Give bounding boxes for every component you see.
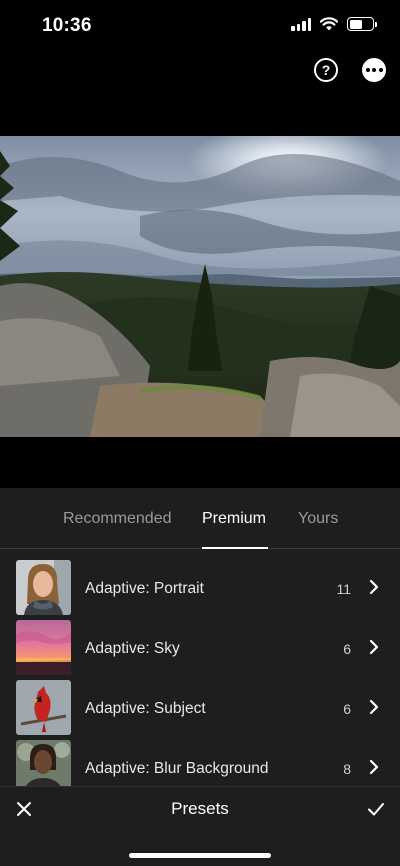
- preset-row-sky[interactable]: Adaptive: Sky 6: [0, 620, 400, 678]
- top-actions: ?: [314, 58, 386, 82]
- status-bar: 10:36: [0, 0, 400, 54]
- cellular-signal-icon: [291, 17, 311, 31]
- chevron-right-icon: [369, 639, 379, 655]
- help-icon: ?: [321, 62, 331, 78]
- battery-level: [349, 19, 362, 29]
- preset-count: 6: [343, 701, 351, 717]
- tab-recommended[interactable]: Recommended: [63, 510, 172, 528]
- chevron-right-icon: [369, 699, 379, 715]
- status-time: 10:36: [42, 15, 92, 36]
- photo-preview[interactable]: [0, 136, 400, 437]
- wifi-icon: [320, 17, 338, 31]
- chevron-right-icon: [369, 579, 379, 595]
- tab-yours[interactable]: Yours: [298, 510, 338, 528]
- preset-count: 6: [343, 641, 351, 657]
- status-icons: [291, 17, 377, 31]
- help-button[interactable]: ?: [314, 58, 338, 82]
- tab-premium[interactable]: Premium: [202, 510, 266, 528]
- sky-thumbnail: [16, 620, 71, 675]
- preset-row-subject[interactable]: Adaptive: Subject 6: [0, 680, 400, 738]
- chevron-right-icon: [369, 759, 379, 775]
- preset-name: Adaptive: Portrait: [85, 580, 204, 597]
- more-dot-icon: [365, 68, 370, 72]
- more-options-button[interactable]: [362, 58, 386, 82]
- home-indicator[interactable]: [129, 853, 271, 858]
- checkmark-icon[interactable]: [366, 799, 386, 819]
- preset-name: Adaptive: Subject: [85, 700, 206, 717]
- preset-row-portrait[interactable]: Adaptive: Portrait 11: [0, 560, 400, 618]
- preset-count: 11: [336, 581, 351, 597]
- battery-icon: [347, 17, 377, 31]
- preset-count: 8: [343, 761, 351, 777]
- bottom-title: Presets: [171, 799, 229, 818]
- preset-tabs: Recommended Premium Yours: [0, 488, 400, 549]
- active-tab-indicator: [202, 547, 268, 549]
- preset-name: Adaptive: Sky: [85, 640, 180, 657]
- bottom-bar: Presets: [0, 786, 400, 866]
- subject-thumbnail: [16, 680, 71, 735]
- preset-name: Adaptive: Blur Background: [85, 760, 269, 777]
- portrait-thumbnail: [16, 560, 71, 615]
- landscape-photo: [0, 136, 400, 437]
